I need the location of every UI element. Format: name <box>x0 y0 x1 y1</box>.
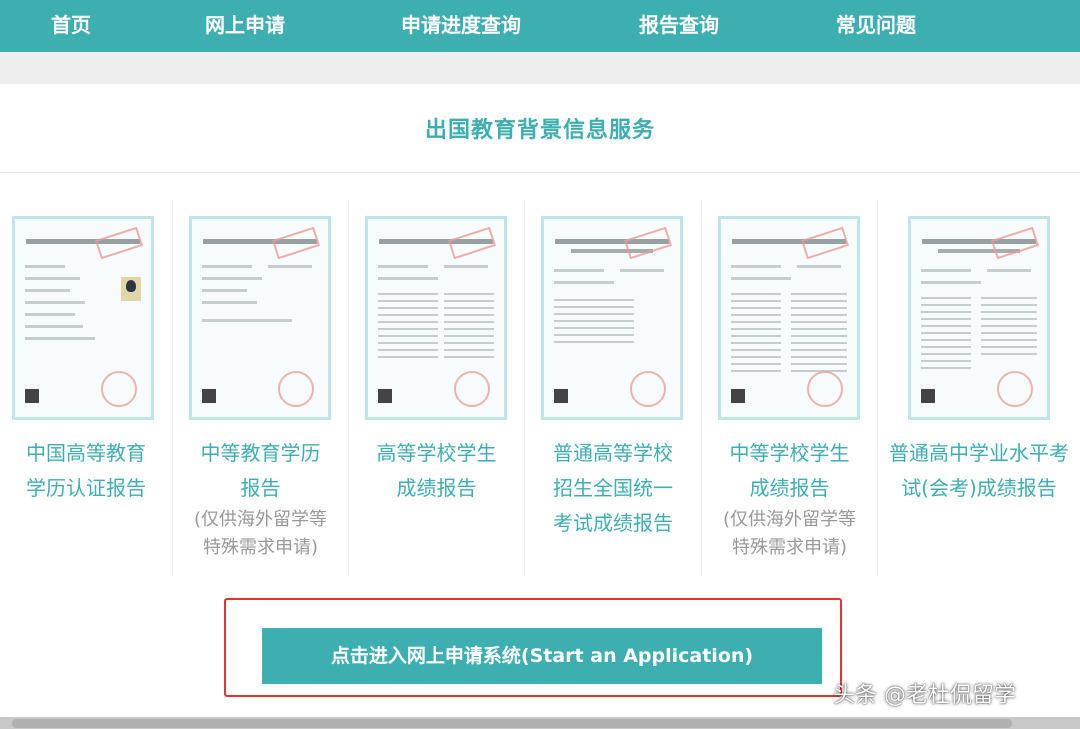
seal-icon <box>454 371 490 407</box>
report-card-gaokao-scores[interactable]: 普通高等学校 招生全国统一 考试成绩报告 <box>525 200 701 576</box>
report-thumbnail <box>12 216 154 420</box>
start-application-button[interactable]: 点击进入网上申请系统(Start an Application) <box>262 628 822 684</box>
report-card-secondary-school-transcript[interactable]: 中等学校学生 成绩报告 (仅供海外留学等 特殊需求申请) <box>702 200 877 576</box>
report-card-secondary-education-degree[interactable]: 中等教育学历 报告 (仅供海外留学等 特殊需求申请) <box>173 200 348 576</box>
report-thumbnail <box>718 216 860 420</box>
seal-icon <box>630 371 666 407</box>
qr-code-icon <box>202 389 216 403</box>
qr-code-icon <box>921 389 935 403</box>
top-navbar: 首页 网上申请 申请进度查询 报告查询 常见问题 <box>0 0 1080 52</box>
report-card-label: 高等学校学生 成绩报告 <box>376 441 497 500</box>
seal-icon <box>278 371 314 407</box>
seal-icon <box>807 371 843 407</box>
section-divider <box>0 172 1080 173</box>
report-thumbnail <box>189 216 331 420</box>
horizontal-scrollbar-thumb[interactable] <box>12 719 1012 728</box>
section-title: 出国教育背景信息服务 <box>424 118 655 143</box>
stamp-icon <box>447 226 497 260</box>
nav-item-home[interactable]: 首页 <box>51 0 91 52</box>
nav-item-faq[interactable]: 常见问题 <box>836 0 916 52</box>
report-thumbnail <box>908 216 1050 420</box>
report-card-academic-proficiency-test[interactable]: 普通高中学业水平考 试(会考)成绩报告 <box>878 200 1080 576</box>
nav-item-online-application[interactable]: 网上申请 <box>205 0 285 52</box>
qr-code-icon <box>25 389 39 403</box>
report-thumbnail <box>365 216 507 420</box>
stamp-icon <box>271 226 321 260</box>
qr-code-icon <box>378 389 392 403</box>
watermark-text: 头条 @老杜侃留学 <box>833 683 1016 708</box>
report-card-note: (仅供海外留学等 特殊需求申请) <box>193 509 328 558</box>
nav-item-report-query[interactable]: 报告查询 <box>639 0 719 52</box>
seal-icon <box>997 371 1033 407</box>
qr-code-icon <box>554 389 568 403</box>
stamp-icon <box>800 226 850 260</box>
report-card-note: (仅供海外留学等 特殊需求申请) <box>722 509 857 558</box>
report-card-higher-education-degree[interactable]: 中国高等教育 学历认证报告 <box>0 200 172 576</box>
report-card-label: 中等学校学生 成绩报告 <box>729 441 850 500</box>
seal-icon <box>101 371 137 407</box>
id-photo-icon <box>121 277 141 301</box>
report-card-label: 普通高等学校 招生全国统一 考试成绩报告 <box>553 441 673 535</box>
report-card-label: 普通高中学业水平考 试(会考)成绩报告 <box>889 441 1069 500</box>
report-card-label: 中等教育学历 报告 <box>200 441 321 500</box>
stamp-icon <box>94 226 144 260</box>
report-card-label: 中国高等教育 学历认证报告 <box>26 441 146 500</box>
stamp-icon <box>990 226 1040 260</box>
report-card-university-transcript[interactable]: 高等学校学生 成绩报告 <box>349 200 524 576</box>
qr-code-icon <box>731 389 745 403</box>
nav-item-application-progress[interactable]: 申请进度查询 <box>401 0 521 52</box>
header-spacer-band <box>0 52 1080 84</box>
stamp-icon <box>623 226 673 260</box>
report-thumbnail <box>541 216 683 420</box>
